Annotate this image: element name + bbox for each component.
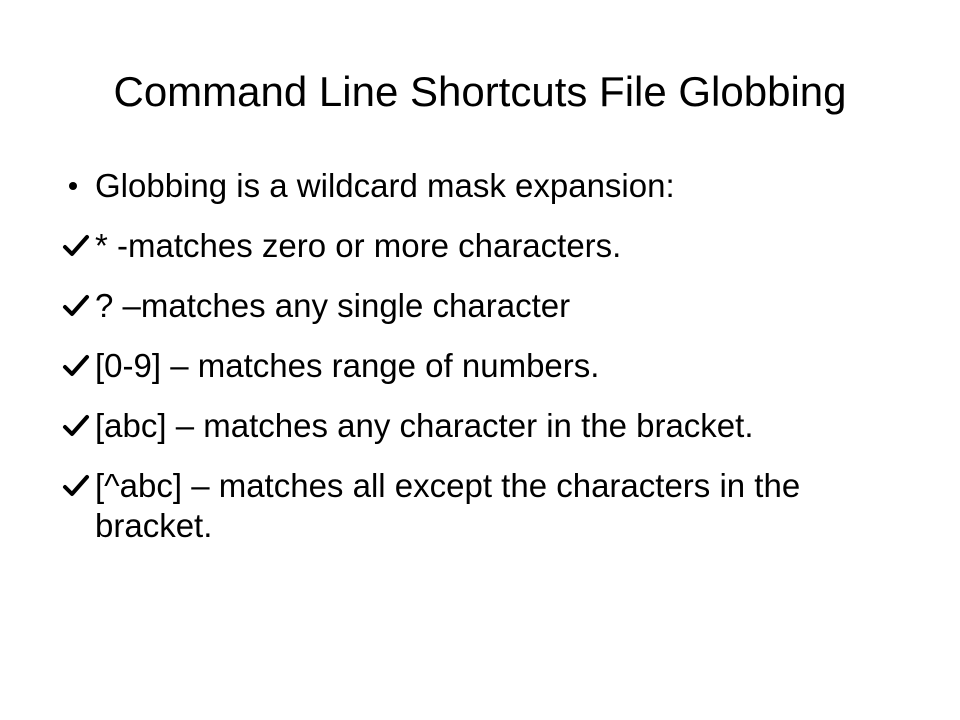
bullet-list: Globbing is a wildcard mask expansion: *… [62,166,922,566]
list-item: * -matches zero or more characters. [62,226,922,266]
list-item-text: Globbing is a wildcard mask expansion: [95,167,675,204]
checkmark-icon [62,226,90,266]
slide: Command Line Shortcuts File Globbing Glo… [0,0,960,720]
list-item-text: [0-9] – matches range of numbers. [95,347,600,384]
checkmark-icon [62,346,90,386]
slide-title: Command Line Shortcuts File Globbing [113,68,847,115]
checkmark-icon [62,466,90,506]
list-item-text: ? –matches any single character [95,287,571,324]
list-item-text: * -matches zero or more characters. [95,227,622,264]
list-item: Globbing is a wildcard mask expansion: [62,166,922,206]
list-item-text: [^abc] – matches all except the characte… [95,467,801,544]
list-item: [^abc] – matches all except the characte… [62,466,922,546]
list-item: [abc] – matches any character in the bra… [62,406,922,446]
checkmark-icon [62,286,90,326]
checkmark-icon [62,406,90,446]
bullet-dot-icon [62,166,90,206]
list-item-text: [abc] – matches any character in the bra… [95,407,754,444]
list-item: ? –matches any single character [62,286,922,326]
list-item: [0-9] – matches range of numbers. [62,346,922,386]
